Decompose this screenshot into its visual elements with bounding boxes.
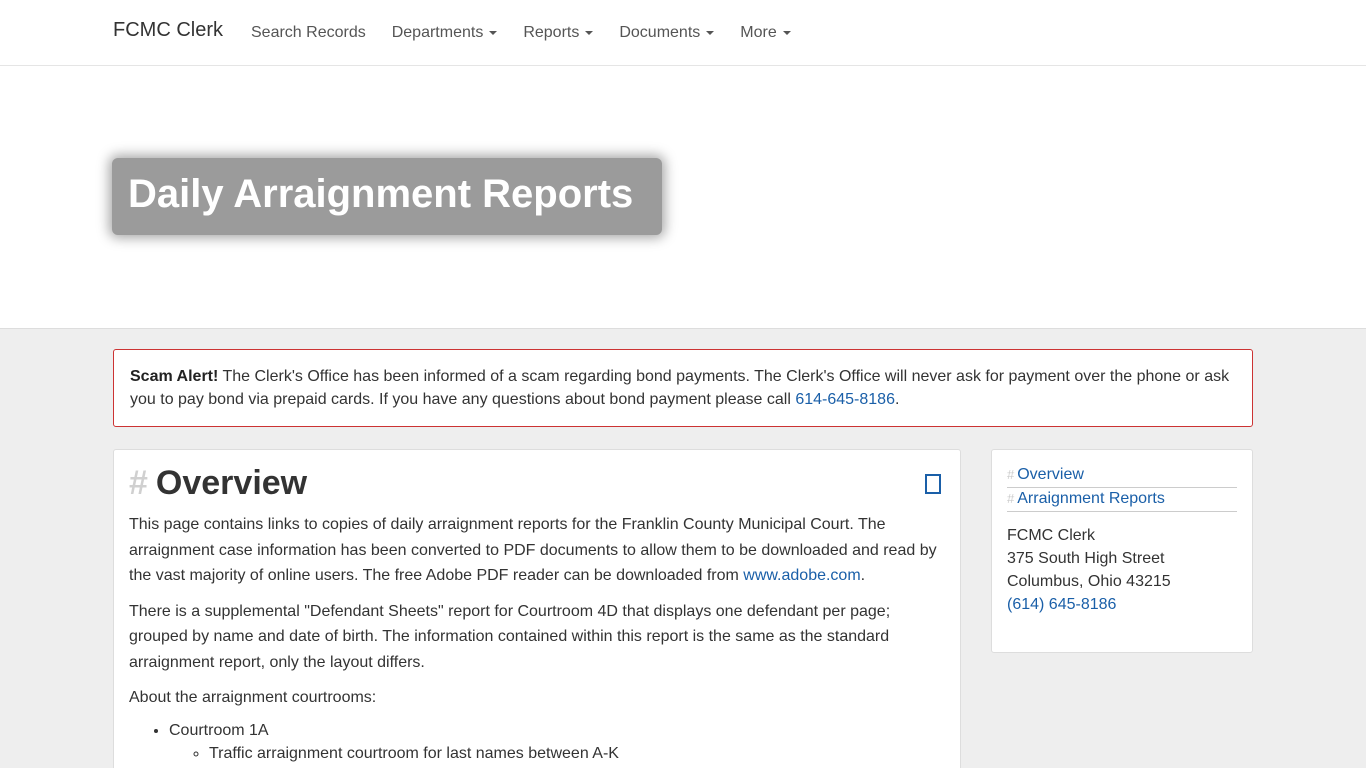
overview-p1-end: . [860, 567, 866, 584]
toc-item-overview: # Overview [1007, 464, 1237, 488]
nav-item-label: More [740, 23, 777, 41]
hero-banner: Daily Arraignment Reports [0, 66, 1366, 329]
courtroom-detail-list: Traffic arraignment courtroom for last n… [169, 742, 945, 765]
overview-paragraph-2: There is a supplemental "Defendant Sheet… [129, 602, 891, 671]
anchor-hash: # [129, 464, 148, 502]
toc-item-arraignment-reports: # Arraignment Reports [1007, 488, 1237, 512]
main-nav: Search Records Departments Reports Docum… [238, 0, 804, 65]
address-name: FCMC Clerk [1007, 527, 1095, 544]
list-item: Traffic arraignment courtroom for last n… [209, 742, 945, 765]
brand-link[interactable]: FCMC Clerk [113, 19, 223, 42]
nav-item-label: Documents [619, 23, 701, 41]
caret-down-icon [585, 30, 594, 35]
toc-link-overview[interactable]: Overview [1017, 466, 1084, 483]
alert-phone-link[interactable]: 614-645-8186 [795, 391, 895, 408]
alert-trailing: . [894, 391, 900, 408]
adobe-link[interactable]: www.adobe.com [743, 567, 860, 584]
contact-address: FCMC Clerk 375 South High Street Columbu… [1007, 524, 1237, 616]
nav-departments-dropdown[interactable]: Departments [379, 24, 511, 42]
overview-heading-text: Overview [155, 464, 308, 502]
courtroom-name: Courtroom 1A [169, 721, 269, 739]
overview-paragraph-1: This page contains links to copies of da… [129, 512, 945, 589]
page-title-box: Daily Arraignment Reports [112, 158, 662, 235]
nav-item-label: Reports [523, 23, 580, 41]
top-navbar: FCMC Clerk Search Records Departments Re… [0, 0, 1366, 66]
overview-heading: # Overview [129, 464, 945, 504]
nav-search-records[interactable]: Search Records [238, 24, 379, 42]
nav-reports-dropdown[interactable]: Reports [510, 24, 606, 42]
alert-text: The Clerk's Office has been informed of … [130, 368, 1230, 408]
address-street: 375 South High Street [1007, 550, 1165, 567]
scam-alert: Scam Alert! The Clerk's Office has been … [113, 349, 1253, 427]
alert-label: Scam Alert! [130, 368, 219, 385]
address-phone-link[interactable]: (614) 645-8186 [1007, 596, 1116, 613]
overview-panel: # Overview This page contains links to co… [113, 449, 961, 768]
toc-link-arraignment-reports[interactable]: Arraignment Reports [1017, 490, 1165, 507]
courtroom-list: Courtroom 1A Traffic arraignment courtro… [129, 719, 945, 765]
nav-documents-dropdown[interactable]: Documents [606, 24, 727, 42]
nav-item-label: Search Records [251, 23, 366, 41]
caret-down-icon [489, 30, 498, 35]
nav-item-label: Departments [391, 23, 484, 41]
anchor-hash: # [1007, 491, 1015, 506]
overview-paragraph-3: About the arraignment courtrooms: [129, 689, 377, 706]
caret-down-icon [782, 30, 791, 35]
nav-more-dropdown[interactable]: More [727, 24, 803, 42]
address-city: Columbus, Ohio 43215 [1007, 573, 1171, 590]
caret-down-icon [706, 30, 715, 35]
bookmark-icon[interactable] [925, 474, 941, 494]
sidebar-panel: # Overview # Arraignment Reports FCMC Cler… [991, 449, 1253, 653]
anchor-hash: # [1007, 467, 1015, 482]
list-item: Courtroom 1A Traffic arraignment courtro… [169, 719, 945, 765]
page-title: Daily Arraignment Reports [128, 172, 634, 216]
